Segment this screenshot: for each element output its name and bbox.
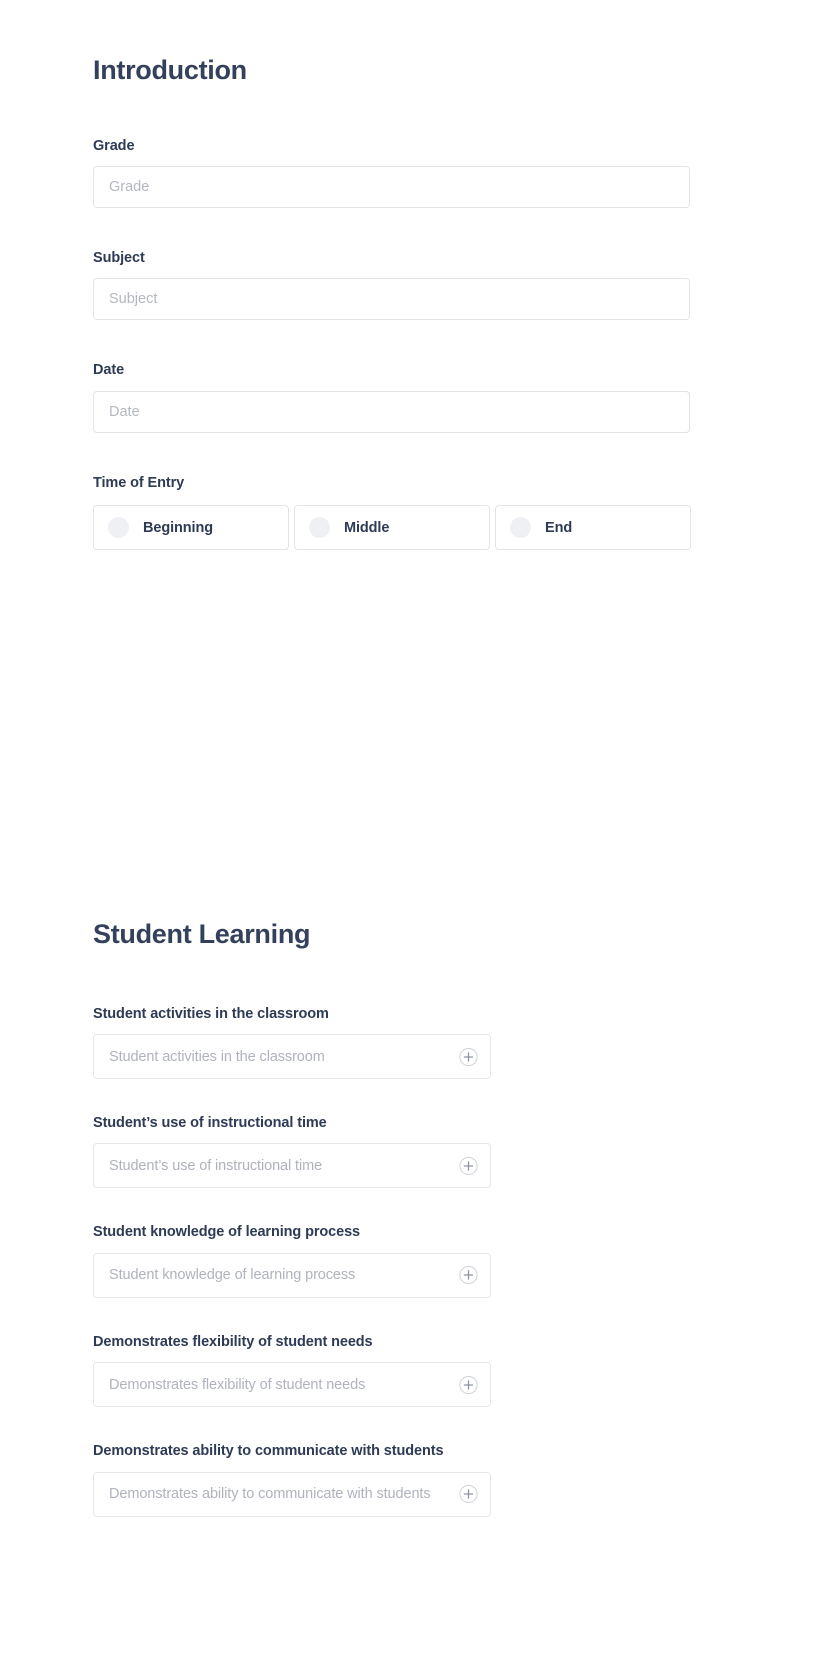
accordion-label-flexibility: Demonstrates flexibility of student need…: [93, 1333, 373, 1350]
introduction-section: Introduction Grade Subject Date Time of …: [93, 55, 691, 570]
accordion-field-student-activities: Student activities in the classroom Stud…: [93, 1005, 491, 1080]
accordion-placeholder-flexibility: Demonstrates flexibility of student need…: [109, 1376, 366, 1393]
radio-option-end[interactable]: End: [495, 505, 691, 551]
accordion-box-learning-process[interactable]: Student knowledge of learning process: [93, 1252, 491, 1298]
grade-input[interactable]: [93, 166, 690, 209]
radio-circle-icon[interactable]: [108, 517, 129, 539]
accordion-field-communicate: Demonstrates ability to communicate with…: [93, 1443, 491, 1517]
accordion-box-instructional-time[interactable]: Student’s use of instructional time: [93, 1143, 491, 1189]
form-page: Introduction Grade Subject Date Time of …: [0, 0, 840, 1680]
radio-option-end-label: End: [545, 519, 573, 536]
student-learning-section-title: Student Learning: [93, 919, 311, 949]
plus-circle-icon[interactable]: [459, 1156, 478, 1176]
radio-circle-icon[interactable]: [309, 517, 330, 539]
time-of-entry-radio-group: Beginning Middle End: [93, 505, 691, 551]
accordion-placeholder-learning-process: Student knowledge of learning process: [109, 1267, 356, 1284]
radio-circle-icon[interactable]: [510, 517, 531, 539]
accordion-label-instructional-time: Student’s use of instructional time: [93, 1115, 327, 1132]
accordion-box-flexibility[interactable]: Demonstrates flexibility of student need…: [93, 1362, 491, 1408]
subject-field-label: Subject: [93, 250, 145, 267]
subject-field: Subject: [93, 250, 691, 321]
date-field-label: Date: [93, 362, 125, 379]
accordion-field-instructional-time: Student’s use of instructional time Stud…: [93, 1115, 491, 1189]
accordion-placeholder-communicate: Demonstrates ability to communicate with…: [109, 1486, 431, 1503]
accordion-label-learning-process: Student knowledge of learning process: [93, 1224, 361, 1241]
accordion-label-student-activities: Student activities in the classroom: [93, 1005, 329, 1022]
plus-circle-icon[interactable]: [459, 1485, 478, 1504]
radio-option-middle[interactable]: Middle: [294, 505, 490, 551]
radio-option-middle-label: Middle: [344, 519, 390, 536]
accordion-box-student-activities[interactable]: Student activities in the classroom: [93, 1034, 491, 1080]
accordion-field-learning-process: Student knowledge of learning process St…: [93, 1224, 491, 1298]
introduction-section-title: Introduction: [93, 55, 247, 85]
accordion-field-flexibility: Demonstrates flexibility of student need…: [93, 1333, 491, 1408]
date-input[interactable]: [93, 390, 690, 433]
radio-option-beginning-label: Beginning: [143, 519, 213, 536]
student-learning-section: Student Learning Student activities in t…: [93, 919, 491, 1539]
accordion-placeholder-instructional-time: Student’s use of instructional time: [109, 1157, 323, 1174]
plus-circle-icon[interactable]: [459, 1375, 478, 1394]
grade-field-label: Grade: [93, 137, 135, 154]
plus-circle-icon[interactable]: [459, 1266, 478, 1285]
time-of-entry-field: Time of Entry Beginning Middle End: [93, 474, 691, 551]
subject-input[interactable]: [93, 278, 690, 321]
grade-field: Grade: [93, 137, 691, 209]
plus-circle-icon[interactable]: [459, 1047, 478, 1066]
accordion-label-communicate: Demonstrates ability to communicate with…: [93, 1443, 444, 1460]
time-of-entry-label: Time of Entry: [93, 474, 185, 491]
radio-option-beginning[interactable]: Beginning: [93, 505, 289, 551]
accordion-box-communicate[interactable]: Demonstrates ability to communicate with…: [93, 1471, 491, 1517]
accordion-placeholder-student-activities: Student activities in the classroom: [109, 1048, 325, 1065]
date-field: Date: [93, 362, 691, 433]
